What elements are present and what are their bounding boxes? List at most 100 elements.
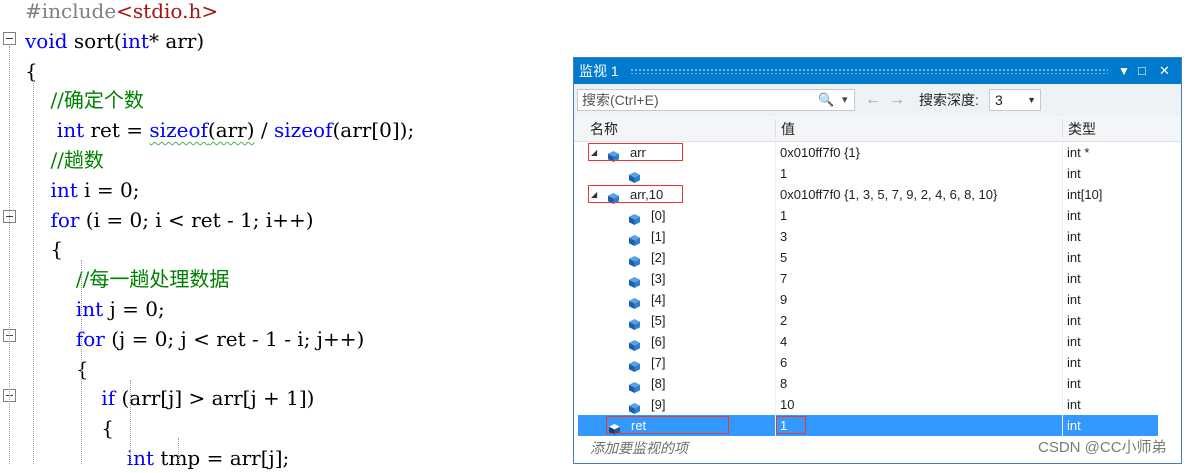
column-divider[interactable] <box>1062 119 1063 139</box>
watch-row[interactable]: ◢ arr 0x010ff7f0 {1} int * <box>574 142 1181 163</box>
cell-divider <box>775 331 776 352</box>
watch-row[interactable]: ret 1 int <box>574 415 1181 436</box>
watch-row[interactable]: [7] 6 int <box>574 352 1181 373</box>
watch-row[interactable]: [5] 2 int <box>574 310 1181 331</box>
cell-divider <box>1062 352 1063 373</box>
watch-value-cell[interactable]: 5 <box>780 247 787 268</box>
watch-value-cell[interactable]: 6 <box>780 352 787 373</box>
search-depth-label: 搜索深度: <box>919 92 979 108</box>
cell-divider <box>1062 163 1063 184</box>
watch-name-cell: [3] <box>651 271 666 286</box>
watch-value-cell[interactable]: 2 <box>780 310 787 331</box>
watch-value-cell[interactable]: 10 <box>780 394 794 415</box>
watch-value-cell[interactable]: 1 <box>780 163 787 184</box>
add-watch-item[interactable]: 添加要监视的项 <box>590 438 688 458</box>
cell-divider <box>775 373 776 394</box>
watch-type-cell: int <box>1067 397 1081 412</box>
cell-divider <box>775 226 776 247</box>
cell-divider <box>1062 310 1063 331</box>
annotation-box <box>588 143 683 161</box>
watch-search-bar: 🔍 ▾ ← → 搜索深度: 3 ▼ <box>574 84 1181 116</box>
watch-value-cell[interactable]: 3 <box>780 226 787 247</box>
watch-type-cell: int <box>1067 334 1081 349</box>
cell-divider <box>775 205 776 226</box>
window-menu-icon[interactable]: ▼ <box>1118 58 1130 84</box>
forward-arrow-icon[interactable]: → <box>889 89 905 111</box>
variable-cube-icon <box>629 252 640 267</box>
back-arrow-icon[interactable]: ← <box>865 89 881 111</box>
cell-divider <box>775 310 776 331</box>
variable-cube-icon <box>629 294 640 309</box>
code-line: for (i = 0; i < ret - 1; i++) <box>50 207 314 232</box>
code-line: int tmp = arr[j]; <box>126 446 290 470</box>
cell-divider <box>1062 394 1063 415</box>
variable-cube-icon <box>629 399 640 414</box>
code-line: //确定个数 <box>50 88 144 113</box>
watch-value-cell[interactable]: 0x010ff7f0 {1, 3, 5, 7, 9, 2, 4, 6, 8, 1… <box>780 184 997 205</box>
watch-row[interactable]: [6] 4 int <box>574 331 1181 352</box>
watch-row[interactable]: [9] 10 int <box>574 394 1181 415</box>
watch-value-cell[interactable]: 7 <box>780 268 787 289</box>
watch-type-cell: int[10] <box>1067 187 1103 202</box>
watch-row[interactable]: [0] 1 int <box>574 205 1181 226</box>
variable-cube-icon <box>629 273 640 288</box>
code-line: { <box>25 356 89 381</box>
watch-value-cell[interactable]: 1 <box>780 205 787 226</box>
search-depth-select[interactable]: 3 ▼ <box>989 89 1041 111</box>
cell-divider <box>775 142 776 163</box>
watch-value-cell[interactable]: 8 <box>780 373 787 394</box>
indent-guide <box>178 438 179 464</box>
watch-name-cell: [8] <box>651 376 666 391</box>
watch-title-bar[interactable]: 监视 1 ▼ □ ✕ <box>574 58 1181 84</box>
search-options-chevron-icon[interactable]: ▾ <box>842 89 848 111</box>
watch-name-cell: [5] <box>651 313 666 328</box>
watch-name-cell: [9] <box>651 397 666 412</box>
watch-row[interactable]: ◢ arr,10 0x010ff7f0 {1, 3, 5, 7, 9, 2, 4, … <box>574 184 1181 205</box>
column-header-value[interactable]: 值 <box>781 116 795 142</box>
cell-divider <box>1062 415 1063 436</box>
watch-value-cell[interactable]: 4 <box>780 331 787 352</box>
column-header-type[interactable]: 类型 <box>1068 116 1096 142</box>
code-line: void sort(int* arr) <box>25 28 205 53</box>
cell-divider <box>775 394 776 415</box>
watch-type-cell: int <box>1067 208 1081 223</box>
indent-guide <box>81 260 82 464</box>
watch-window[interactable]: 监视 1 ▼ □ ✕ 🔍 ▾ ← → 搜索深度: 3 ▼ 名称 值 类型 ◢ar… <box>573 57 1182 464</box>
variable-cube-icon <box>629 336 640 351</box>
watch-column-header: 名称 值 类型 <box>574 116 1181 142</box>
watch-type-cell: int <box>1067 418 1081 433</box>
code-line: int j = 0; <box>75 297 165 321</box>
cell-divider <box>1062 331 1063 352</box>
watch-value-cell[interactable]: 9 <box>780 289 787 310</box>
watch-type-cell: int <box>1067 166 1081 181</box>
watch-row[interactable]: [4] 9 int <box>574 289 1181 310</box>
variable-cube-icon <box>629 231 640 246</box>
search-icon[interactable]: 🔍 <box>818 89 834 111</box>
watch-name-cell: [2] <box>651 250 666 265</box>
close-icon[interactable]: ✕ <box>1159 58 1170 84</box>
code-line: int i = 0; <box>50 177 140 202</box>
watch-type-cell: int <box>1067 250 1081 265</box>
cell-divider <box>775 163 776 184</box>
watch-row[interactable]: [3] 7 int <box>574 268 1181 289</box>
watermark: CSDN @CC小师弟 <box>1038 439 1167 456</box>
indent-guide <box>130 380 131 464</box>
watch-row[interactable]: 1 int <box>574 163 1181 184</box>
column-header-name[interactable]: 名称 <box>590 116 618 142</box>
search-input[interactable] <box>577 89 855 111</box>
watch-row[interactable]: [2] 5 int <box>574 247 1181 268</box>
cell-divider <box>1062 142 1063 163</box>
watch-name-cell: [0] <box>651 208 666 223</box>
maximize-icon[interactable]: □ <box>1138 58 1146 84</box>
column-divider[interactable] <box>775 119 776 139</box>
watch-name-cell: [4] <box>651 292 666 307</box>
code-line: #include<stdio.h> <box>25 0 219 23</box>
watch-type-cell: int <box>1067 355 1081 370</box>
watch-type-cell: int <box>1067 376 1081 391</box>
watch-row[interactable]: [8] 8 int <box>574 373 1181 394</box>
watch-row[interactable]: [1] 3 int <box>574 226 1181 247</box>
code-line: { <box>25 237 64 262</box>
cell-divider <box>1062 226 1063 247</box>
watch-value-cell[interactable]: 0x010ff7f0 {1} <box>780 142 860 163</box>
fold-toggle-sort[interactable] <box>3 32 16 45</box>
